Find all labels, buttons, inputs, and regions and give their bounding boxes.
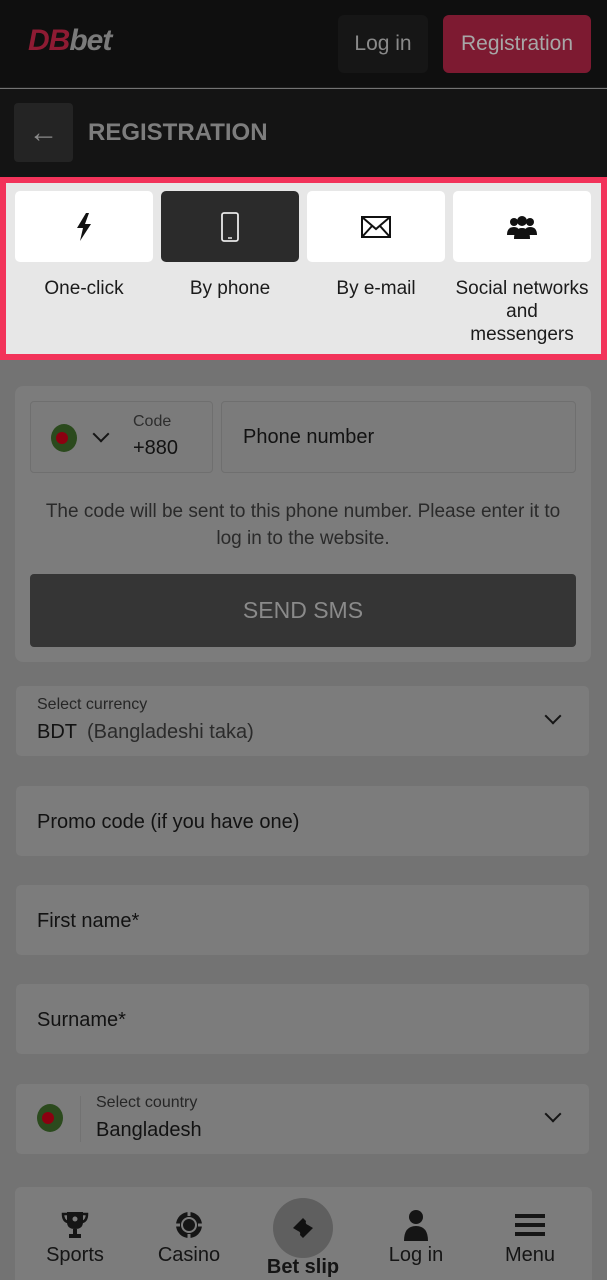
tab-label: By e-mail — [336, 278, 416, 299]
nav-betslip[interactable] — [273, 1198, 333, 1258]
casino-chip-icon — [176, 1212, 202, 1238]
promo-code-placeholder: Promo code (if you have one) — [37, 811, 300, 833]
nav-betslip-label: Bet slip — [266, 1256, 340, 1278]
ticket-icon — [293, 1218, 313, 1238]
tab-social-box[interactable] — [453, 191, 591, 262]
first-name-placeholder: First name* — [37, 910, 140, 932]
phone-number-input[interactable] — [243, 426, 543, 449]
currency-name: (Bangladeshi taka) — [87, 721, 254, 743]
tab-by-phone[interactable]: By phone — [161, 191, 299, 343]
tab-social-networks[interactable]: Social networks and messengers — [453, 191, 591, 345]
nav-menu[interactable]: Menu — [480, 1187, 580, 1280]
sms-hint-text: The code will be sent to this phone numb… — [45, 501, 561, 549]
envelope-icon — [361, 215, 391, 238]
nav-sports-label: Sports — [46, 1244, 104, 1266]
nav-casino-label: Casino — [157, 1244, 221, 1266]
smartphone-icon — [221, 211, 239, 242]
country-code-value: +880 — [133, 437, 179, 459]
page-header: ← REGISTRATION — [0, 89, 607, 177]
nav-login-label: Log in — [388, 1244, 444, 1266]
tab-one-click[interactable]: One-click — [15, 191, 153, 343]
dbbet-logo[interactable]: DBbet — [28, 24, 112, 58]
login-button[interactable]: Log in — [338, 15, 428, 73]
country-select[interactable]: Select country Bangladesh — [16, 1084, 589, 1154]
tab-by-phone-box[interactable] — [161, 191, 299, 262]
registration-page: DBbet Log in Registration ← REGISTRATION… — [0, 0, 607, 1280]
currency-code: BDT — [37, 721, 77, 743]
currency-value: BDT (Bangladeshi taka) — [37, 721, 254, 744]
phone-number-field[interactable] — [221, 401, 576, 473]
lightning-icon — [77, 212, 91, 241]
country-code-select[interactable]: Code +880 — [30, 401, 213, 473]
tab-label: One-click — [44, 278, 124, 299]
nav-login[interactable]: Log in — [366, 1187, 466, 1280]
logo-bet: bet — [69, 24, 112, 57]
tab-label: Social networks and messengers — [455, 278, 589, 345]
bottom-navigation: Sports Casino Bet slip Log in Menu — [15, 1187, 592, 1280]
bangladesh-flag-icon — [51, 424, 77, 452]
chevron-down-icon — [544, 707, 562, 725]
tab-label: By phone — [189, 278, 271, 299]
country-label: Select country — [96, 1094, 198, 1111]
bangladesh-flag-icon — [37, 1104, 63, 1132]
tab-by-email[interactable]: By e-mail — [307, 191, 445, 343]
hamburger-menu-icon — [515, 1214, 545, 1236]
page-title: REGISTRATION — [88, 119, 268, 146]
tab-by-email-box[interactable] — [307, 191, 445, 262]
nav-sports[interactable]: Sports — [25, 1187, 125, 1280]
tab-one-click-box[interactable] — [15, 191, 153, 262]
user-icon — [404, 1210, 428, 1241]
send-sms-button[interactable]: SEND SMS — [30, 574, 576, 647]
top-header: DBbet Log in Registration — [0, 0, 607, 88]
registration-button[interactable]: Registration — [443, 15, 591, 73]
first-name-field[interactable]: First name* — [16, 885, 589, 955]
currency-select[interactable]: Select currency BDT (Bangladeshi taka) — [16, 686, 589, 756]
phone-registration-form: Code +880 The code will be sent to this … — [15, 386, 591, 662]
chevron-down-icon — [544, 1105, 562, 1123]
trophy-icon — [61, 1212, 89, 1238]
chevron-down-icon — [92, 425, 110, 443]
promo-code-field[interactable]: Promo code (if you have one) — [16, 786, 589, 856]
users-icon — [507, 215, 537, 239]
arrow-left-icon: ← — [28, 115, 59, 149]
nav-menu-label: Menu — [504, 1244, 556, 1266]
divider — [80, 1096, 81, 1142]
country-value: Bangladesh — [96, 1119, 202, 1141]
currency-label: Select currency — [37, 696, 148, 713]
surname-field[interactable]: Surname* — [16, 984, 589, 1054]
country-code-label: Code — [133, 413, 172, 430]
back-button[interactable]: ← — [14, 103, 73, 162]
registration-method-tabs: One-click By phone By e-mail Social netw… — [0, 177, 607, 360]
logo-db: DB — [28, 24, 70, 57]
surname-placeholder: Surname* — [37, 1009, 126, 1031]
nav-casino[interactable]: Casino — [139, 1187, 239, 1280]
